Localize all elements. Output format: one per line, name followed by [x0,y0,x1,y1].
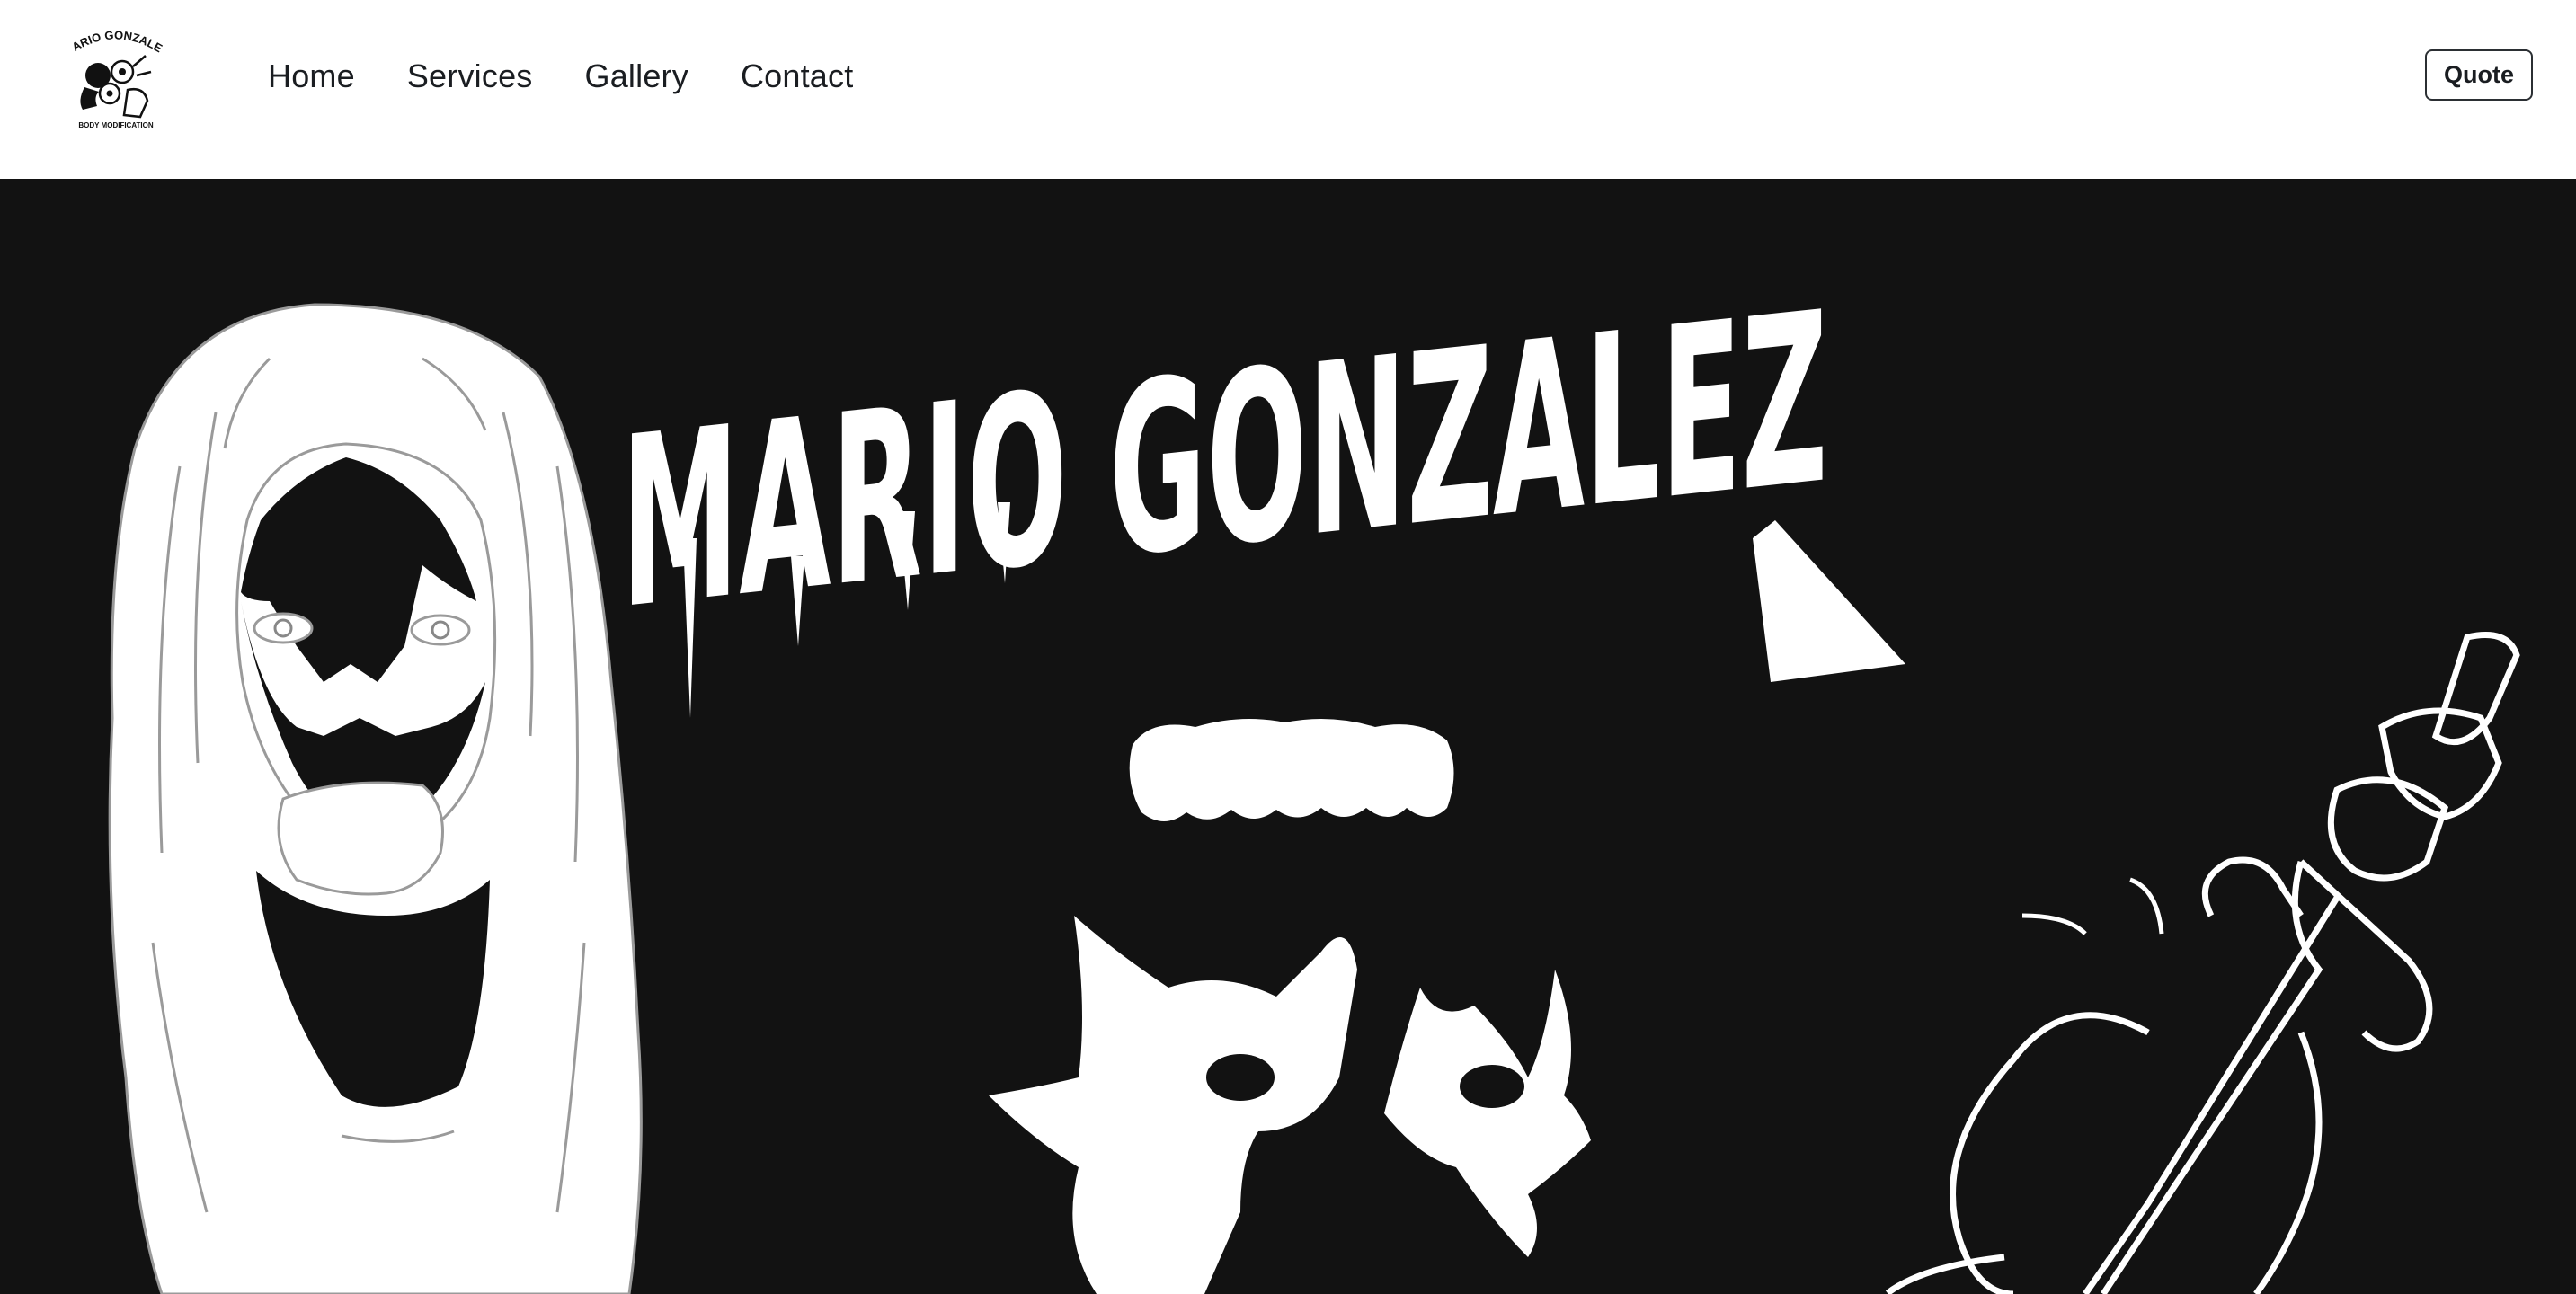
devil-horns-hands-icon [989,916,1591,1294]
site-header: MARIO GONZALEZ BODY MODIFICATION Home Se… [0,0,2576,179]
long-haired-face-icon [108,303,643,1294]
hero-banner: MARIO GONZALEZ [0,179,2576,1294]
main-nav: Home Services Gallery Contact [268,54,853,99]
logo-text-top: MARIO GONZALEZ [53,9,165,56]
mario-gonzalez-logo-icon: MARIO GONZALEZ BODY MODIFICATION [53,9,165,129]
nav-gallery-link[interactable]: Gallery [585,58,688,95]
nav-home-link[interactable]: Home [268,58,355,95]
quote-button[interactable]: Quote [2425,49,2533,101]
hero-title-lettering: MARIO GONZALEZ [621,261,1905,718]
nav-contact-link[interactable]: Contact [741,58,853,95]
teeth-grill-icon [1129,719,1454,821]
svg-text:MARIO GONZALEZ: MARIO GONZALEZ [58,20,165,56]
logo-text-bottom: BODY MODIFICATION [78,121,153,129]
hero-title: MARIO GONZALEZ [621,261,1828,661]
hero-art: MARIO GONZALEZ [108,261,2520,1294]
nav-services-link[interactable]: Services [407,58,533,95]
dagger-heart-icon [1885,632,2520,1294]
brand-logo[interactable]: MARIO GONZALEZ BODY MODIFICATION [53,9,174,135]
